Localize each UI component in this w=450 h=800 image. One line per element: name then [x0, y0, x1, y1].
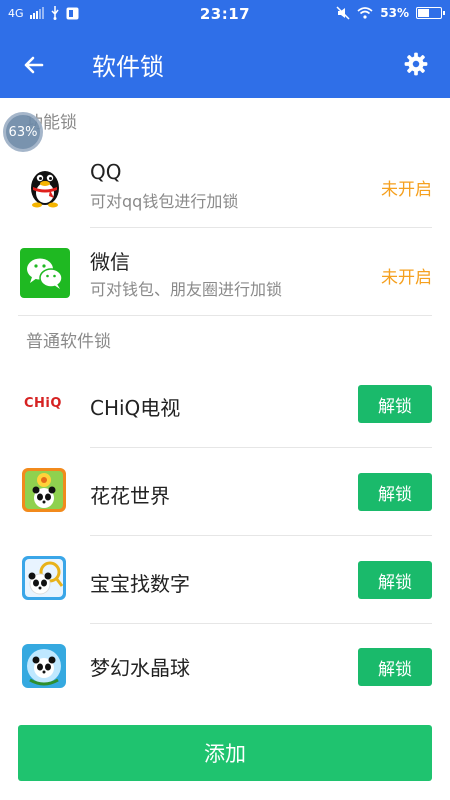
- list-item-crystal-ball[interactable]: 梦幻水晶球 解锁: [0, 624, 450, 712]
- chiq-logo-icon: CHiQ: [24, 396, 62, 411]
- back-button[interactable]: [18, 49, 50, 81]
- unlock-button[interactable]: 解锁: [358, 473, 432, 511]
- app-name: 微信: [90, 250, 130, 274]
- status-right: 53%: [336, 6, 445, 20]
- app-name: QQ: [90, 160, 122, 184]
- settings-button[interactable]: [400, 48, 432, 80]
- status-bar: 4G 23:17 53%: [0, 0, 450, 30]
- qq-penguin-icon: [20, 160, 70, 210]
- unlock-button[interactable]: 解锁: [358, 385, 432, 423]
- list-item-wechat[interactable]: 微信 可对钱包、朋友圈进行加锁 未开启: [0, 228, 450, 316]
- panda-crystal-icon: [22, 644, 66, 688]
- app-description: 可对qq钱包进行加锁: [90, 192, 239, 211]
- list-item-qq[interactable]: QQ 可对qq钱包进行加锁 未开启: [0, 140, 450, 228]
- app-name: 梦幻水晶球: [90, 656, 190, 680]
- list-item-huahua[interactable]: 花花世界 解锁: [0, 448, 450, 536]
- divider: [18, 315, 432, 316]
- floating-memory-ball[interactable]: 63%: [3, 112, 43, 152]
- add-button[interactable]: 添加: [18, 725, 432, 781]
- gear-icon: [404, 52, 428, 76]
- panda-flower-icon: [22, 468, 66, 512]
- wifi-icon: [357, 7, 373, 19]
- list-item-chiq[interactable]: CHiQ CHiQ电视 解锁: [0, 360, 450, 448]
- wechat-icon: [20, 248, 70, 298]
- unlock-button[interactable]: 解锁: [358, 648, 432, 686]
- list-item-baobao-numbers[interactable]: 宝宝找数字 解锁: [0, 536, 450, 624]
- app-name: 宝宝找数字: [90, 572, 190, 596]
- panda-numbers-icon: [22, 556, 66, 600]
- battery-percent: 53%: [380, 6, 409, 20]
- app-name: 花花世界: [90, 484, 170, 508]
- lock-status[interactable]: 未开启: [381, 263, 432, 288]
- app-name: CHiQ电视: [90, 396, 181, 420]
- app-bar: 软件锁: [0, 30, 450, 98]
- mute-icon: [336, 6, 350, 20]
- section-header-normal-lock: 普通软件锁: [26, 332, 111, 352]
- lock-status[interactable]: 未开启: [381, 175, 432, 200]
- arrow-left-icon: [24, 56, 44, 74]
- unlock-button[interactable]: 解锁: [358, 561, 432, 599]
- battery-icon: [416, 7, 445, 19]
- app-description: 可对钱包、朋友圈进行加锁: [90, 280, 283, 299]
- page-title: 软件锁: [92, 53, 164, 81]
